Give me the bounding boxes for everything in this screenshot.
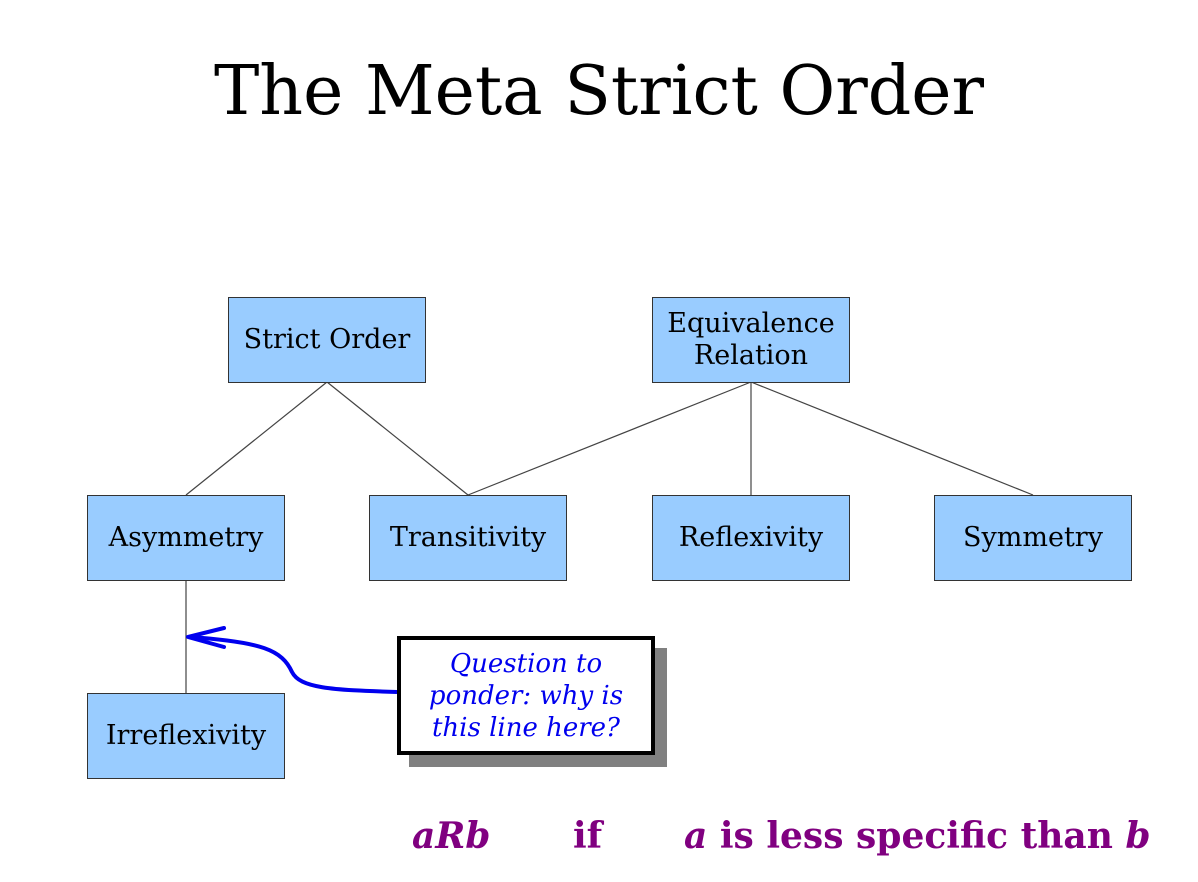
node-symmetry: Symmetry [934,495,1132,581]
formula-var-a: a [684,815,708,857]
callout-box: Question to ponder: why is this line her… [397,636,655,755]
node-reflexivity-label: Reflexivity [678,522,824,553]
node-reflexivity: Reflexivity [652,495,850,581]
edge-strict-order-transitivity [326,381,469,496]
callout-line-1: Question to [449,648,603,679]
node-strict-order: Strict Order [228,297,426,383]
formula-var-b: b [1125,815,1151,857]
formula-phrase: is less specific than [719,815,1113,857]
edge-equivalence-symmetry [750,381,1034,496]
formula-relation: aRb [412,815,491,857]
node-irreflexivity-label: Irreflexivity [105,720,267,751]
node-symmetry-label: Symmetry [963,522,1103,553]
edge-strict-order-asymmetry [185,381,328,496]
node-asymmetry: Asymmetry [87,495,285,581]
callout-line-3: this line here? [431,712,620,743]
formula-connective: if [573,815,603,857]
callout-line-2: ponder: why is [428,680,624,711]
node-transitivity: Transitivity [369,495,567,581]
node-transitivity-label: Transitivity [389,522,547,553]
node-equivalence-label-line1: Equivalence [667,308,835,339]
node-equivalence-label-line2: Relation [693,340,809,371]
node-equivalence-relation: Equivalence Relation [652,297,850,383]
node-strict-order-label: Strict Order [243,324,411,355]
formula-definition: a is less specific than b [684,812,1151,860]
node-asymmetry-label: Asymmetry [108,522,264,553]
node-irreflexivity: Irreflexivity [87,693,285,779]
edge-equivalence-transitivity [467,381,752,496]
